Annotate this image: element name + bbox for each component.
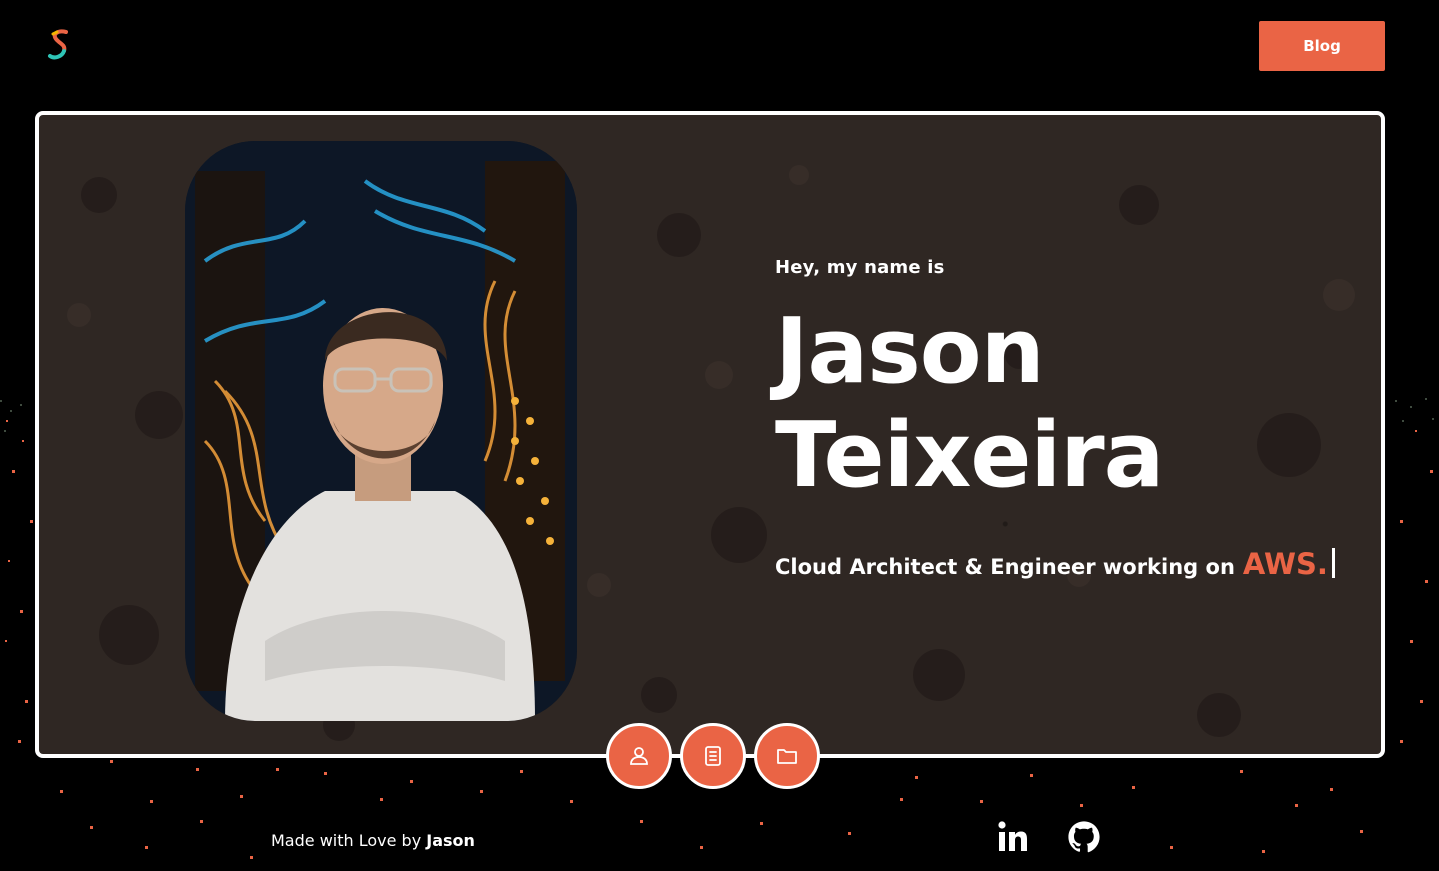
tagline: Cloud Architect & Engineer working on AW… bbox=[775, 544, 1355, 581]
github-icon[interactable] bbox=[1067, 820, 1101, 854]
about-nav-button[interactable] bbox=[606, 723, 672, 789]
profile-photo bbox=[185, 141, 577, 721]
first-name: Jason bbox=[775, 299, 1045, 404]
linkedin-icon[interactable] bbox=[996, 820, 1030, 854]
s-logo-icon[interactable] bbox=[44, 28, 74, 62]
hero-text: Hey, my name is Jason Teixeira Cloud Arc… bbox=[775, 257, 1355, 581]
tagline-text: Cloud Architect & Engineer working on bbox=[775, 555, 1235, 579]
intro-text: Hey, my name is bbox=[775, 257, 945, 278]
blog-button[interactable]: Blog bbox=[1259, 21, 1385, 71]
folder-icon bbox=[777, 749, 797, 764]
credit-prefix: Made with Love by bbox=[271, 831, 422, 850]
projects-nav-button[interactable] bbox=[754, 723, 820, 789]
typing-cursor bbox=[1331, 548, 1335, 578]
hero-card: Hey, my name is Jason Teixeira Cloud Arc… bbox=[35, 111, 1385, 758]
footer-credit: Made with Love by Jason bbox=[271, 831, 475, 850]
last-name: Teixeira bbox=[775, 403, 1164, 508]
document-icon bbox=[705, 746, 721, 766]
tagline-highlight: AWS. bbox=[1242, 547, 1328, 581]
user-icon bbox=[630, 747, 648, 765]
credit-name: Jason bbox=[426, 831, 475, 850]
resume-nav-button[interactable] bbox=[680, 723, 746, 789]
hero-name: Jason Teixeira bbox=[775, 300, 1355, 508]
section-nav bbox=[606, 723, 820, 789]
